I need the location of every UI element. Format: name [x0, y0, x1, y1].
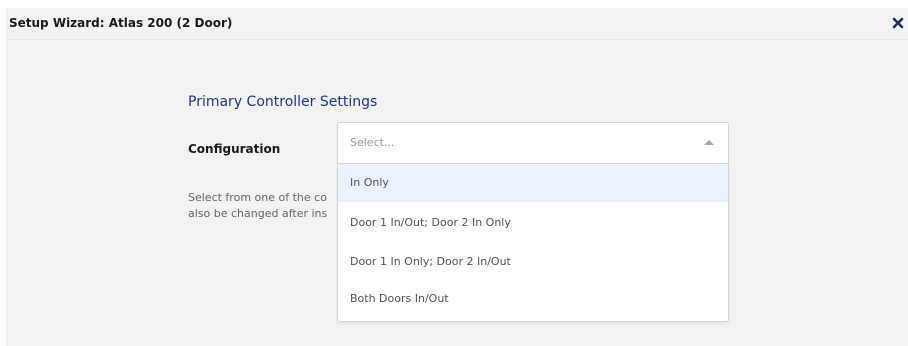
option-label: Door 1 In Only; Door 2 In/Out	[350, 255, 511, 268]
help-text-line-1: Select from one of the co	[188, 191, 327, 204]
configuration-label: Configuration	[188, 142, 281, 156]
option-label: Both Doors In/Out	[350, 292, 449, 305]
configuration-select-placeholder: Select...	[350, 136, 395, 149]
close-icon[interactable]	[890, 15, 906, 31]
section-title: Primary Controller Settings	[188, 94, 378, 110]
option-label: In Only	[350, 176, 389, 189]
configuration-select[interactable]: Select...	[337, 122, 729, 164]
option-both-doors-inout[interactable]: Both Doors In/Out	[338, 280, 728, 318]
help-text-line-2: also be changed after ins	[188, 207, 328, 220]
configuration-help-text: Select from one of the co also be change…	[188, 190, 338, 222]
dialog-title: Setup Wizard: Atlas 200 (2 Door)	[9, 16, 233, 30]
option-door1-inout-door2-in[interactable]: Door 1 In/Out; Door 2 In Only	[338, 204, 728, 242]
close-icon-graphic	[892, 17, 904, 29]
option-door1-in-door2-inout[interactable]: Door 1 In Only; Door 2 In/Out	[338, 243, 728, 281]
caret-up-icon[interactable]	[704, 140, 714, 145]
setup-wizard-dialog: Setup Wizard: Atlas 200 (2 Door) Primary…	[6, 8, 908, 346]
dialog-titlebar: Setup Wizard: Atlas 200 (2 Door)	[6, 8, 908, 40]
configuration-dropdown-menu: In Only Door 1 In/Out; Door 2 In Only Do…	[337, 164, 729, 322]
option-label: Door 1 In/Out; Door 2 In Only	[350, 216, 511, 229]
option-in-only[interactable]: In Only	[338, 164, 728, 202]
